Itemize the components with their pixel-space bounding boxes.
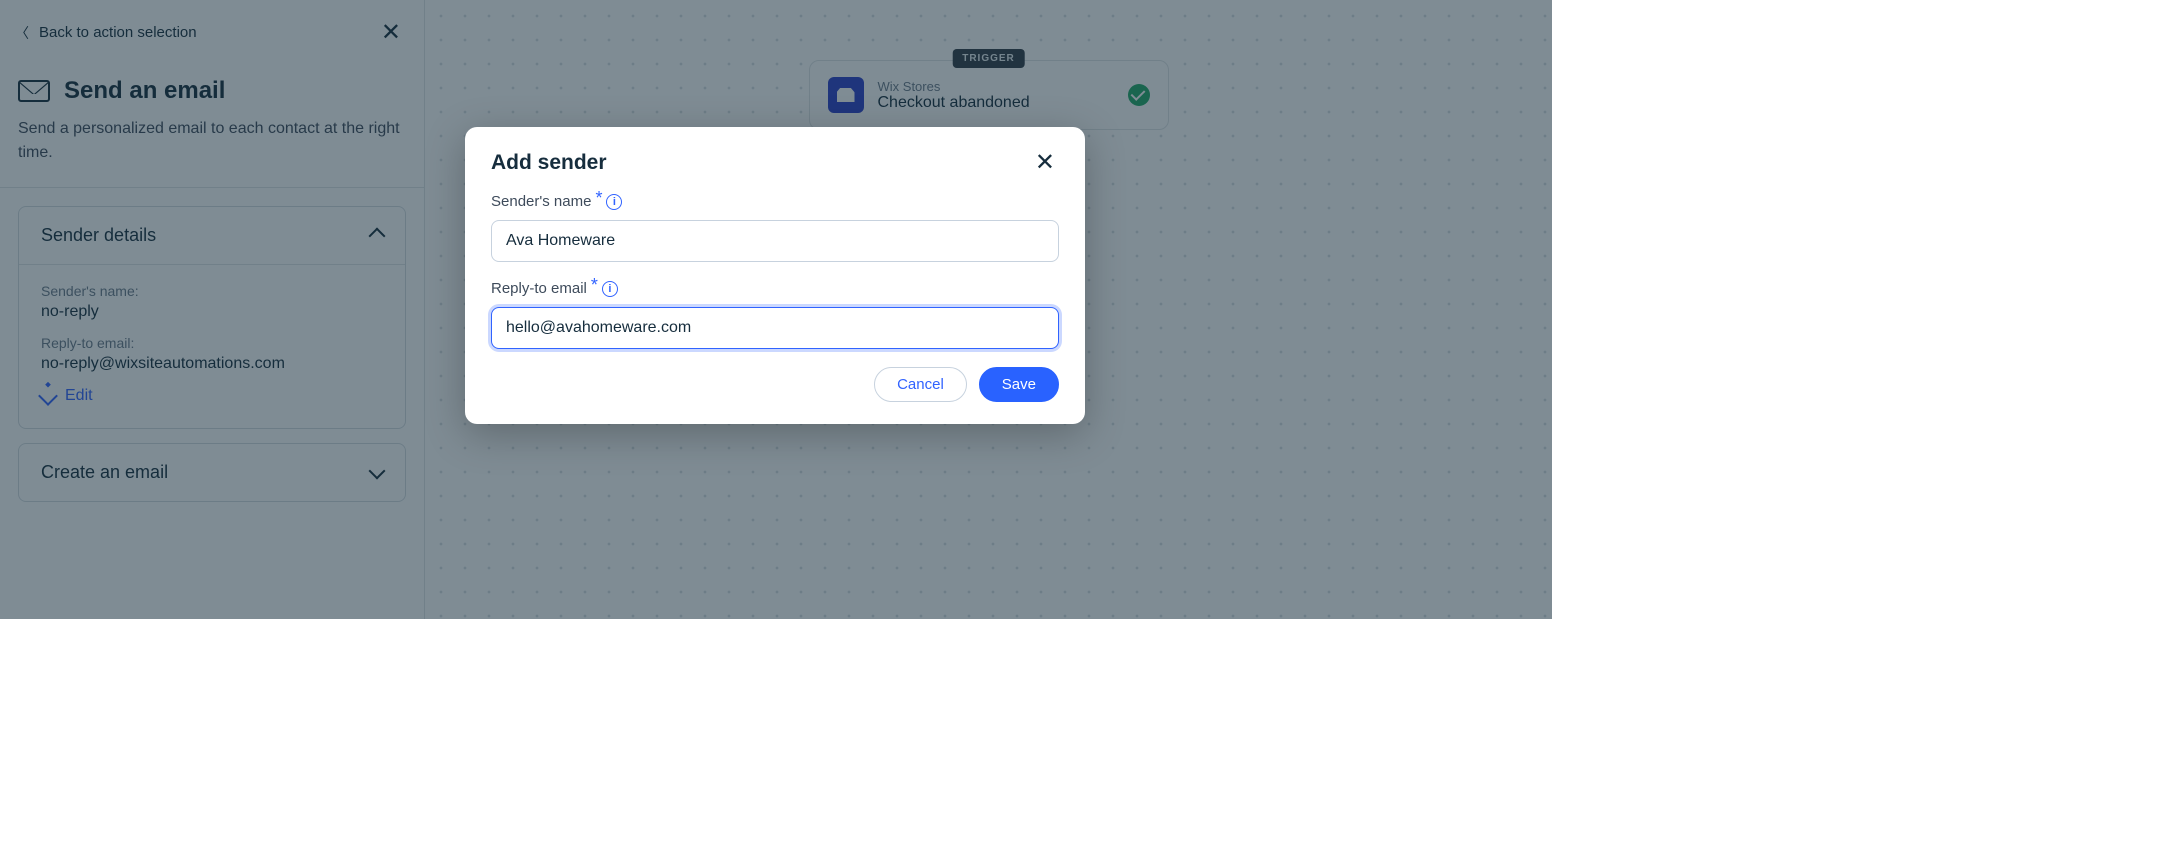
add-sender-modal: Add sender ✕ Sender's name * i Reply-to …: [465, 127, 1085, 424]
reply-email-field-label: Reply-to email: [491, 280, 587, 297]
sender-name-field-label: Sender's name: [491, 193, 591, 210]
save-button[interactable]: Save: [979, 367, 1059, 402]
sender-name-input[interactable]: [491, 220, 1059, 262]
modal-title: Add sender: [491, 151, 607, 175]
cancel-button[interactable]: Cancel: [874, 367, 967, 402]
info-icon[interactable]: i: [602, 281, 618, 297]
reply-email-input[interactable]: [491, 307, 1059, 349]
modal-close-button[interactable]: ✕: [1031, 151, 1059, 175]
required-asterisk: *: [591, 275, 598, 296]
required-asterisk: *: [595, 188, 602, 209]
info-icon[interactable]: i: [606, 194, 622, 210]
